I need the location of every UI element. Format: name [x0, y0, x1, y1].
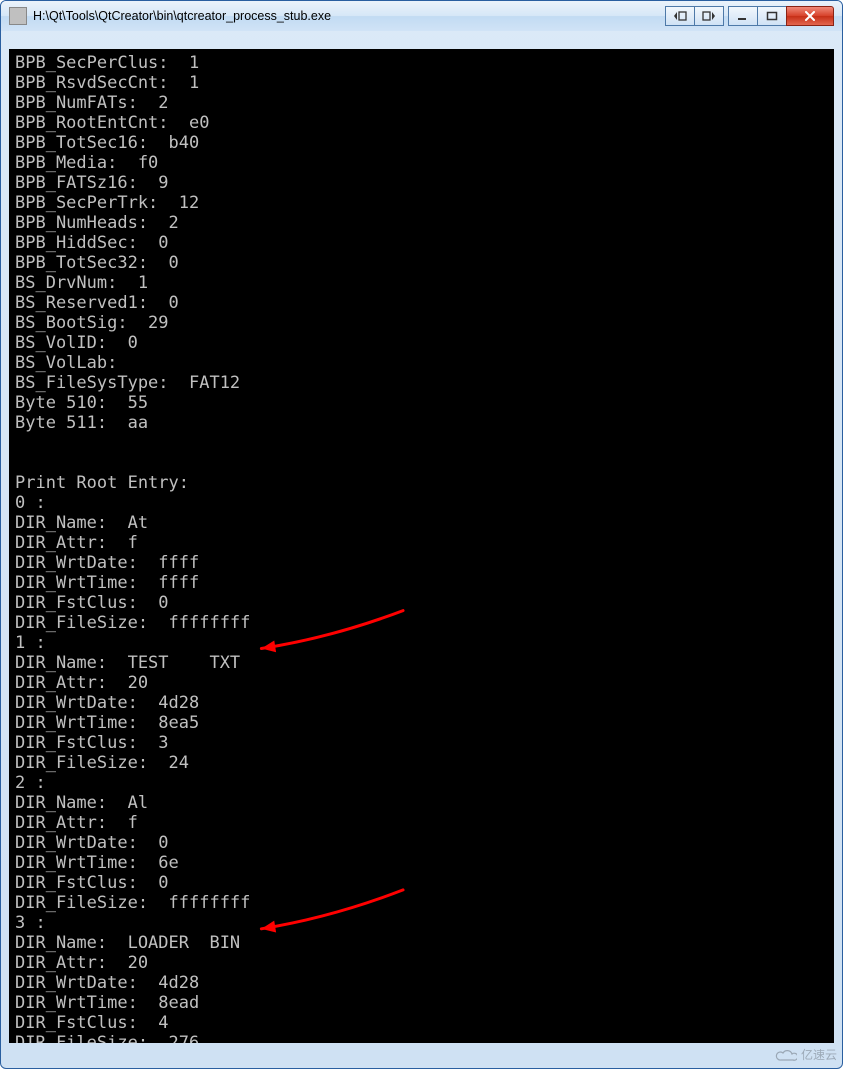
console-line: BPB_RsvdSecCnt: 1: [15, 73, 199, 93]
console-line: 2 :: [15, 773, 46, 793]
next-monitor-button[interactable]: [694, 6, 724, 26]
console-output[interactable]: BPB_SecPerClus: 1 BPB_RsvdSecCnt: 1 BPB_…: [9, 49, 834, 1043]
console-line: DIR_FileSize: ffffffff: [15, 613, 250, 633]
console-line: BS_VolLab:: [15, 353, 138, 373]
console-line: DIR_Name: TEST TXT: [15, 653, 240, 673]
console-line: Byte 510: 55: [15, 393, 148, 413]
console-line: DIR_FstClus: 4: [15, 1013, 169, 1033]
console-line: DIR_Attr: f: [15, 813, 138, 833]
console-line: BS_FileSysType: FAT12: [15, 373, 240, 393]
console-line: BS_BootSig: 29: [15, 313, 169, 333]
console-line: BPB_TotSec16: b40: [15, 133, 199, 153]
console-line: DIR_Name: Al: [15, 793, 148, 813]
console-line: BPB_RootEntCnt: e0: [15, 113, 209, 133]
close-button[interactable]: [786, 6, 834, 26]
console-line: DIR_Attr: 20: [15, 673, 148, 693]
console-line: DIR_WrtDate: ffff: [15, 553, 199, 573]
console-line: Print Root Entry:: [15, 473, 189, 493]
console-line: BS_DrvNum: 1: [15, 273, 148, 293]
console-line: DIR_WrtDate: 4d28: [15, 973, 199, 993]
primary-controls: [728, 7, 834, 26]
minimize-button[interactable]: [728, 6, 758, 26]
console-line: BS_Reserved1: 0: [15, 293, 179, 313]
console-line: BPB_HiddSec: 0: [15, 233, 169, 253]
console-line: DIR_WrtTime: ffff: [15, 573, 199, 593]
console-line: DIR_Name: At: [15, 513, 148, 533]
console-line: DIR_FileSize: ffffffff: [15, 893, 250, 913]
console-line: DIR_FstClus: 0: [15, 593, 169, 613]
console-line: DIR_WrtTime: 8ea5: [15, 713, 199, 733]
console-line: BPB_TotSec32: 0: [15, 253, 179, 273]
console-line: 1 :: [15, 633, 46, 653]
window-title: H:\Qt\Tools\QtCreator\bin\qtcreator_proc…: [33, 9, 665, 23]
prev-monitor-button[interactable]: [665, 6, 695, 26]
console-line: DIR_Name: LOADER BIN: [15, 933, 240, 953]
console-line: BPB_FATSz16: 9: [15, 173, 169, 193]
app-icon: [9, 7, 27, 25]
console-line: Byte 511: aa: [15, 413, 148, 433]
window-controls: [665, 7, 838, 26]
console-line: DIR_Attr: 20: [15, 953, 148, 973]
console-line: DIR_FileSize: 24: [15, 753, 189, 773]
console-line: DIR_WrtDate: 4d28: [15, 693, 199, 713]
titlebar[interactable]: H:\Qt\Tools\QtCreator\bin\qtcreator_proc…: [1, 1, 842, 31]
window-frame: H:\Qt\Tools\QtCreator\bin\qtcreator_proc…: [0, 0, 843, 1069]
secondary-controls: [665, 7, 724, 26]
console-line: BPB_Media: f0: [15, 153, 158, 173]
console-line: DIR_WrtDate: 0: [15, 833, 169, 853]
console-line: DIR_FileSize: 276: [15, 1033, 199, 1043]
console-line: DIR_WrtTime: 8ead: [15, 993, 199, 1013]
console-line: BS_VolID: 0: [15, 333, 138, 353]
console-line: 0 :: [15, 493, 46, 513]
console-line: 3 :: [15, 913, 46, 933]
console-line: DIR_FstClus: 3: [15, 733, 169, 753]
maximize-button[interactable]: [757, 6, 787, 26]
console-line: DIR_Attr: f: [15, 533, 138, 553]
console-line: BPB_NumFATs: 2: [15, 93, 169, 113]
console-line: BPB_NumHeads: 2: [15, 213, 179, 233]
console-line: DIR_FstClus: 0: [15, 873, 169, 893]
console-line: BPB_SecPerClus: 1: [15, 53, 199, 73]
console-line: BPB_SecPerTrk: 12: [15, 193, 199, 213]
console-line: DIR_WrtTime: 6e: [15, 853, 179, 873]
